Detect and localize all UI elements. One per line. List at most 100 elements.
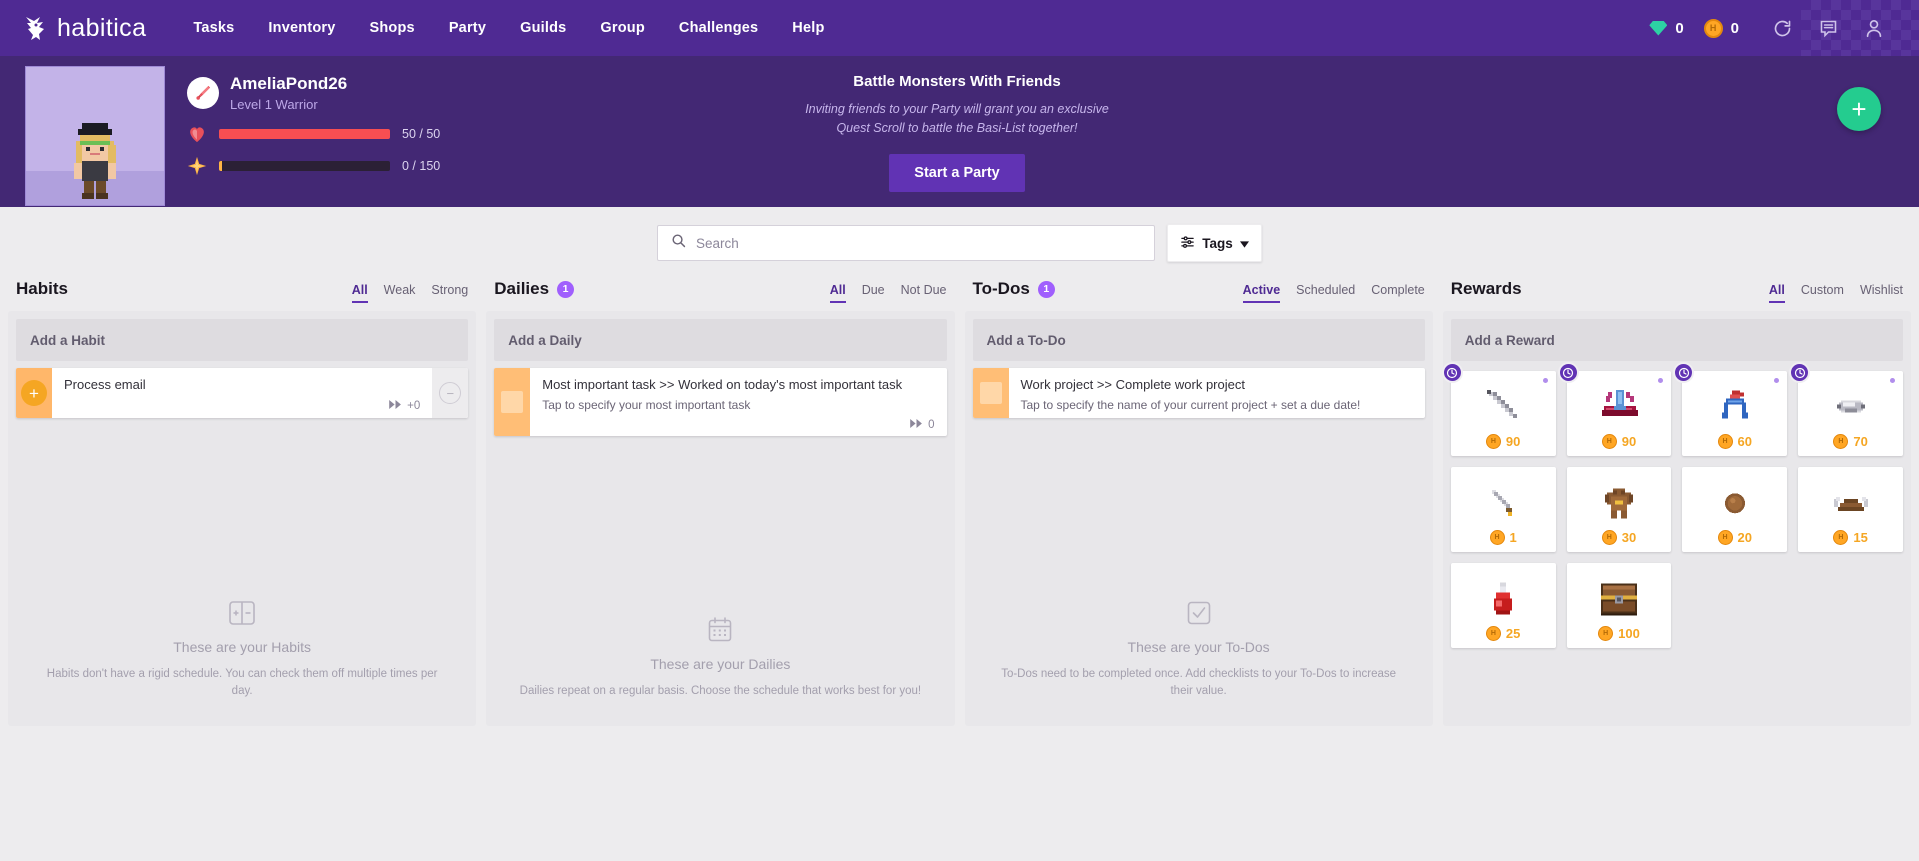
task-footer: 0 — [542, 419, 935, 432]
sword-basic-icon — [1486, 485, 1520, 524]
rewards-filter-all[interactable]: All — [1768, 283, 1785, 303]
task-row[interactable]: Work project >> Complete work project Ta… — [972, 368, 1425, 419]
gold-coin-icon: H — [1601, 434, 1617, 449]
reward-info-dot[interactable] — [1774, 378, 1780, 383]
task-title: Most important task >> Worked on today's… — [542, 377, 903, 392]
habit-increment-button[interactable]: + — [16, 368, 52, 418]
locked-clock-icon — [1557, 362, 1579, 383]
reward-card-armor[interactable]: H 90 — [1557, 362, 1672, 456]
top-navigation-bar: habitica Tasks Inventory Shops Party Gui… — [0, 0, 1919, 56]
start-a-party-button[interactable]: Start a Party — [889, 153, 1025, 192]
nav-link-group[interactable]: Group — [583, 2, 662, 54]
nav-link-party[interactable]: Party — [432, 2, 503, 54]
dailies-filter-all[interactable]: All — [829, 283, 846, 303]
add-todo-input[interactable]: Add a To-Do — [972, 319, 1425, 361]
sword-gray-icon — [1483, 386, 1523, 431]
reward-price: H 15 — [1833, 530, 1868, 545]
shield-wood-icon — [1720, 488, 1750, 523]
search-box[interactable] — [657, 225, 1155, 261]
reward-card-health-potion[interactable]: H 25 — [1450, 563, 1556, 648]
dailies-filter-due[interactable]: Due — [862, 283, 885, 303]
sync-button[interactable] — [1759, 0, 1805, 56]
profile-header: AmeliaPond26 Level 1 Warrior — [187, 74, 487, 112]
reward-price-value: 90 — [1621, 434, 1637, 449]
warrior-class-icon — [187, 77, 219, 109]
task-row[interactable]: Most important task >> Worked on today's… — [494, 368, 947, 437]
dailies-empty-state: These are your Dailies Dailies repeat on… — [494, 616, 946, 718]
task-notes: Tap to specify the name of your current … — [1020, 397, 1361, 412]
add-reward-input[interactable]: Add a Reward — [1450, 319, 1903, 361]
reward-card-helm[interactable]: H 60 — [1673, 362, 1788, 456]
habits-filters: All Weak Strong — [351, 283, 468, 303]
potion-red-icon — [1490, 580, 1516, 621]
dailies-filter-not-due[interactable]: Not Due — [901, 283, 947, 303]
reward-info-dot[interactable] — [1890, 378, 1895, 383]
todos-filters: Active Scheduled Complete — [1242, 283, 1425, 303]
daily-complete-checkbox[interactable] — [494, 368, 531, 437]
search-input[interactable] — [696, 235, 1141, 251]
messages-button[interactable] — [1805, 0, 1851, 56]
reward-info-dot[interactable] — [1542, 378, 1548, 383]
gold-count: 0 — [1730, 19, 1739, 37]
add-habit-input[interactable]: Add a Habit — [16, 319, 469, 361]
rewards-filter-custom[interactable]: Custom — [1801, 283, 1844, 303]
user-menu-button[interactable] — [1851, 0, 1897, 56]
todos-empty-state: These are your To-Dos To-Dos need to be … — [973, 601, 1425, 719]
add-task-fab[interactable]: + — [1837, 87, 1881, 131]
experience-value: 0 / 150 — [402, 158, 441, 173]
reward-price-value: 100 — [1618, 626, 1640, 641]
reward-card-wooden-shield[interactable]: H 20 — [1682, 467, 1788, 552]
reward-card-training-sword[interactable]: H1 — [1450, 467, 1556, 552]
nav-link-guilds[interactable]: Guilds — [503, 2, 583, 54]
reward-card-treasure-chest[interactable]: H 100 — [1566, 563, 1672, 648]
user-level-class: Level 1 Warrior — [230, 96, 318, 112]
daily-streak-count: 0 — [928, 419, 935, 432]
nav-link-help[interactable]: Help — [775, 2, 841, 54]
reward-info-dot[interactable] — [1658, 378, 1664, 383]
armor-red-icon — [1598, 386, 1640, 431]
gryphon-logo-icon — [22, 14, 48, 42]
habits-filter-strong[interactable]: Strong — [431, 283, 468, 303]
habits-filter-all[interactable]: All — [351, 283, 368, 303]
habitica-logo[interactable]: habitica — [22, 14, 146, 42]
habit-decrement-button[interactable]: − — [432, 368, 469, 418]
tags-filter-button[interactable]: Tags — [1167, 224, 1262, 262]
reward-price-value: 25 — [1505, 626, 1521, 641]
checkbox-icon — [993, 601, 1405, 625]
nav-link-shops[interactable]: Shops — [353, 2, 432, 54]
reward-card-sword[interactable]: H 90 — [1441, 362, 1556, 456]
gold-balance[interactable]: H 0 — [1703, 18, 1739, 38]
nav-link-inventory[interactable]: Inventory — [251, 2, 352, 54]
nav-link-tasks[interactable]: Tasks — [176, 2, 251, 54]
checkbox-icon — [501, 391, 524, 414]
experience-stat-row: 0 / 150 — [187, 156, 487, 176]
todos-filter-complete[interactable]: Complete — [1371, 283, 1425, 303]
todos-filter-active[interactable]: Active — [1242, 283, 1281, 303]
reward-price: H1 — [1489, 530, 1517, 545]
habits-title: Habits — [16, 279, 68, 298]
todos-title: To-Dos — [972, 279, 1030, 298]
habits-empty-title: These are your Habits — [173, 638, 311, 655]
reward-price-value: 60 — [1737, 434, 1753, 449]
add-daily-input[interactable]: Add a Daily — [494, 319, 947, 361]
habits-task-list: + Process email +0 − — [16, 368, 469, 425]
reward-card-shield[interactable]: H 70 — [1789, 362, 1903, 456]
health-bar — [219, 128, 390, 139]
nav-right-cluster: 0 H 0 — [1649, 0, 1897, 56]
avatar[interactable] — [25, 66, 165, 206]
profile-summary: AmeliaPond26 Level 1 Warrior 50 / 50 0 /… — [187, 74, 487, 176]
helm-brown-icon — [1832, 490, 1870, 521]
todo-complete-checkbox[interactable] — [972, 368, 1009, 419]
habits-filter-weak[interactable]: Weak — [384, 283, 416, 303]
gem-balance[interactable]: 0 — [1649, 20, 1684, 37]
shield-gray-icon — [1833, 392, 1869, 427]
todos-filter-scheduled[interactable]: Scheduled — [1296, 283, 1355, 303]
todos-empty-title: These are your To-Dos — [1127, 638, 1270, 655]
nav-link-challenges[interactable]: Challenges — [662, 2, 775, 54]
reward-card-leather-armor[interactable]: H 30 — [1566, 467, 1672, 552]
rewards-filter-wishlist[interactable]: Wishlist — [1860, 283, 1903, 303]
task-row[interactable]: + Process email +0 − — [16, 368, 469, 418]
reward-card-leather-helm[interactable]: H 15 — [1798, 467, 1903, 552]
promo-line-2: Quest Scroll to battle the Basi-List tog… — [836, 120, 1078, 135]
column-dailies: Dailies 1 All Due Not Due Add a Daily Mo… — [486, 279, 955, 726]
